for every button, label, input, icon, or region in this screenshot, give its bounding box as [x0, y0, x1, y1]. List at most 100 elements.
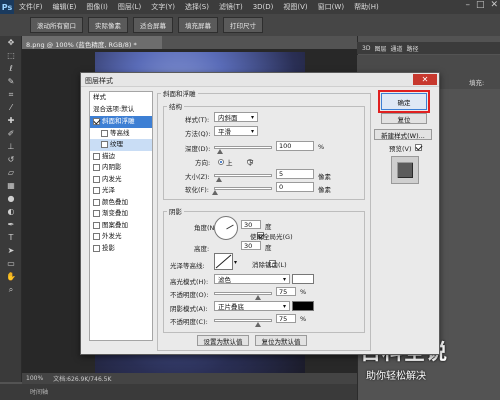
- close-icon[interactable]: ✕: [413, 74, 437, 85]
- chevron-down-icon[interactable]: ▾: [234, 259, 237, 266]
- soften-slider[interactable]: [214, 187, 272, 190]
- style-item-inner-shadow[interactable]: 内阴影: [90, 162, 152, 174]
- crop-tool-icon[interactable]: ⌗: [0, 88, 22, 101]
- blur-tool-icon[interactable]: ●: [0, 192, 22, 205]
- angle-dial[interactable]: [214, 216, 238, 240]
- menu-view[interactable]: 视图(V): [278, 2, 312, 12]
- style-item-bevel-emboss[interactable]: 斜面和浮雕: [90, 116, 152, 128]
- depth-slider-knob[interactable]: [217, 149, 223, 154]
- highlight-color-swatch[interactable]: [292, 274, 314, 284]
- direction-up-radio[interactable]: [218, 159, 224, 165]
- style-item-stroke[interactable]: 描边: [90, 151, 152, 163]
- tab-layers[interactable]: 图层: [374, 44, 386, 53]
- zoom-tool-icon[interactable]: ⌕: [0, 283, 22, 296]
- checkbox-satin[interactable]: [93, 187, 100, 195]
- menu-layer[interactable]: 图层(L): [113, 2, 146, 12]
- minimize-icon[interactable]: –: [465, 0, 470, 10]
- new-style-button[interactable]: 新建样式(W)...: [374, 129, 432, 140]
- style-item-drop-shadow[interactable]: 投影: [90, 243, 152, 255]
- dodge-tool-icon[interactable]: ◐: [0, 205, 22, 218]
- tab-paths[interactable]: 路径: [406, 44, 418, 53]
- depth-input[interactable]: 100: [276, 141, 314, 151]
- tab-channels[interactable]: 通道: [390, 44, 402, 53]
- fill-screen-button[interactable]: 填充屏幕: [178, 17, 218, 33]
- style-item-outer-glow[interactable]: 外发光: [90, 231, 152, 243]
- reset-default-button[interactable]: 复位为默认值: [255, 335, 307, 346]
- checkbox-inner-shadow[interactable]: [93, 164, 100, 172]
- eyedropper-tool-icon[interactable]: ⁄: [0, 101, 22, 114]
- print-size-button[interactable]: 打印尺寸: [223, 17, 263, 33]
- document-tab[interactable]: 8.png @ 100% (蓝色精度, RGB/8) *: [22, 36, 162, 49]
- marquee-tool-icon[interactable]: ⬚: [0, 49, 22, 62]
- checkbox-gradient-overlay[interactable]: [93, 210, 100, 218]
- checkbox-contour[interactable]: [101, 129, 108, 137]
- history-brush-icon[interactable]: ↺: [0, 153, 22, 166]
- menu-window[interactable]: 窗口(W): [313, 2, 349, 12]
- shadow-color-swatch[interactable]: [292, 301, 314, 311]
- menu-file[interactable]: 文件(F): [14, 2, 48, 12]
- method-select[interactable]: 平滑 ▾: [214, 126, 258, 136]
- menu-type[interactable]: 文字(Y): [146, 2, 180, 12]
- size-slider[interactable]: [214, 174, 272, 177]
- shadow-opacity-knob[interactable]: [255, 322, 261, 327]
- checkbox-drop-shadow[interactable]: [93, 244, 100, 252]
- shadow-opacity-slider[interactable]: [214, 319, 272, 322]
- make-default-button[interactable]: 设置为默认值: [197, 335, 249, 346]
- shape-tool-icon[interactable]: ▭: [0, 257, 22, 270]
- eraser-tool-icon[interactable]: ▱: [0, 166, 22, 179]
- reset-button[interactable]: 复位: [381, 113, 427, 124]
- size-input[interactable]: 5: [276, 169, 314, 179]
- style-item-inner-glow[interactable]: 内发光: [90, 174, 152, 186]
- move-tool-icon[interactable]: ✥: [0, 36, 22, 49]
- zoom-level[interactable]: 100%: [26, 375, 43, 382]
- maximize-icon[interactable]: □: [476, 0, 485, 10]
- soften-input[interactable]: 0: [276, 182, 314, 192]
- checkbox-pattern-overlay[interactable]: [93, 221, 100, 229]
- healing-tool-icon[interactable]: ✚: [0, 114, 22, 127]
- hand-tool-icon[interactable]: ✋: [0, 270, 22, 283]
- path-select-tool-icon[interactable]: ➤: [0, 244, 22, 257]
- style-item-satin[interactable]: 光泽: [90, 185, 152, 197]
- shadow-opacity-input[interactable]: 75: [276, 314, 296, 323]
- blending-options-item[interactable]: 混合选项:默认: [90, 104, 152, 116]
- gloss-contour-preview[interactable]: [214, 253, 233, 270]
- size-slider-knob[interactable]: [216, 177, 222, 182]
- highlight-opacity-input[interactable]: 75: [276, 287, 296, 296]
- checkbox-color-overlay[interactable]: [93, 198, 100, 206]
- type-tool-icon[interactable]: T: [0, 231, 22, 244]
- highlight-opacity-slider[interactable]: [214, 292, 272, 295]
- style-item-gradient-overlay[interactable]: 渐变叠加: [90, 208, 152, 220]
- stamp-tool-icon[interactable]: ⊥: [0, 140, 22, 153]
- style-select[interactable]: 内斜面 ▾: [214, 112, 258, 122]
- style-item-contour[interactable]: 等高线: [90, 128, 152, 140]
- menu-filter[interactable]: 滤镜(T): [214, 2, 248, 12]
- checkbox-texture[interactable]: [101, 141, 108, 149]
- actual-pixels-button[interactable]: 实际像素: [88, 17, 128, 33]
- altitude-input[interactable]: 30: [241, 241, 261, 250]
- angle-input[interactable]: 30: [241, 220, 261, 229]
- tab-3d[interactable]: 3D: [362, 45, 370, 52]
- close-icon[interactable]: ✕: [490, 0, 498, 10]
- menu-help[interactable]: 帮助(H): [349, 2, 384, 12]
- soften-slider-knob[interactable]: [212, 190, 218, 195]
- checkbox-outer-glow[interactable]: [93, 233, 100, 241]
- preview-checkbox[interactable]: [414, 144, 422, 151]
- highlight-opacity-knob[interactable]: [255, 295, 261, 300]
- fit-screen-button[interactable]: 适合屏幕: [133, 17, 173, 33]
- style-item-color-overlay[interactable]: 颜色叠加: [90, 197, 152, 209]
- checkbox-inner-glow[interactable]: [93, 175, 100, 183]
- style-list-header[interactable]: 样式: [90, 92, 152, 104]
- timeline-bar[interactable]: 时间轴: [0, 384, 357, 400]
- style-item-texture[interactable]: 纹理: [90, 139, 152, 151]
- quick-select-tool-icon[interactable]: ✎: [0, 75, 22, 88]
- shadow-mode-select[interactable]: 正片叠底 ▾: [214, 301, 290, 311]
- scroll-all-windows-button[interactable]: 滚动所有窗口: [30, 17, 83, 33]
- checkbox-stroke[interactable]: [93, 152, 100, 160]
- lasso-tool-icon[interactable]: ℓ: [0, 62, 22, 75]
- brush-tool-icon[interactable]: ✐: [0, 127, 22, 140]
- gradient-tool-icon[interactable]: ▦: [0, 179, 22, 192]
- menu-edit[interactable]: 编辑(E): [48, 2, 82, 12]
- checkbox-bevel-emboss[interactable]: [93, 118, 100, 126]
- menu-3d[interactable]: 3D(D): [248, 3, 279, 11]
- highlight-mode-select[interactable]: 滤色 ▾: [214, 274, 290, 284]
